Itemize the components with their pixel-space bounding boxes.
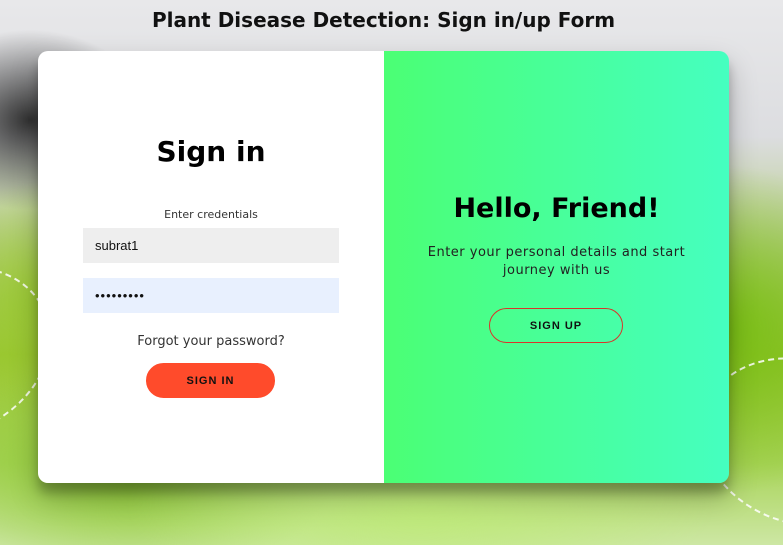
overlay-heading: Hello, Friend!	[453, 193, 660, 224]
username-input[interactable]	[83, 228, 339, 263]
signin-panel: Sign in Enter credentials Forgot your pa…	[38, 51, 384, 483]
signup-overlay-panel: Hello, Friend! Enter your personal detai…	[384, 51, 729, 483]
page-title: Plant Disease Detection: Sign in/up Form	[151, 8, 616, 32]
password-input[interactable]	[83, 278, 339, 313]
credentials-label: Enter credentials	[164, 208, 258, 221]
auth-form-card: Sign in Enter credentials Forgot your pa…	[38, 51, 729, 483]
signin-heading: Sign in	[156, 135, 266, 168]
overlay-text: Enter your personal details and start jo…	[427, 245, 686, 278]
sign-in-button[interactable]: SIGN IN	[146, 363, 275, 398]
sign-up-button[interactable]: SIGN UP	[489, 308, 623, 343]
forgot-password-link[interactable]: Forgot your password?	[38, 334, 384, 349]
